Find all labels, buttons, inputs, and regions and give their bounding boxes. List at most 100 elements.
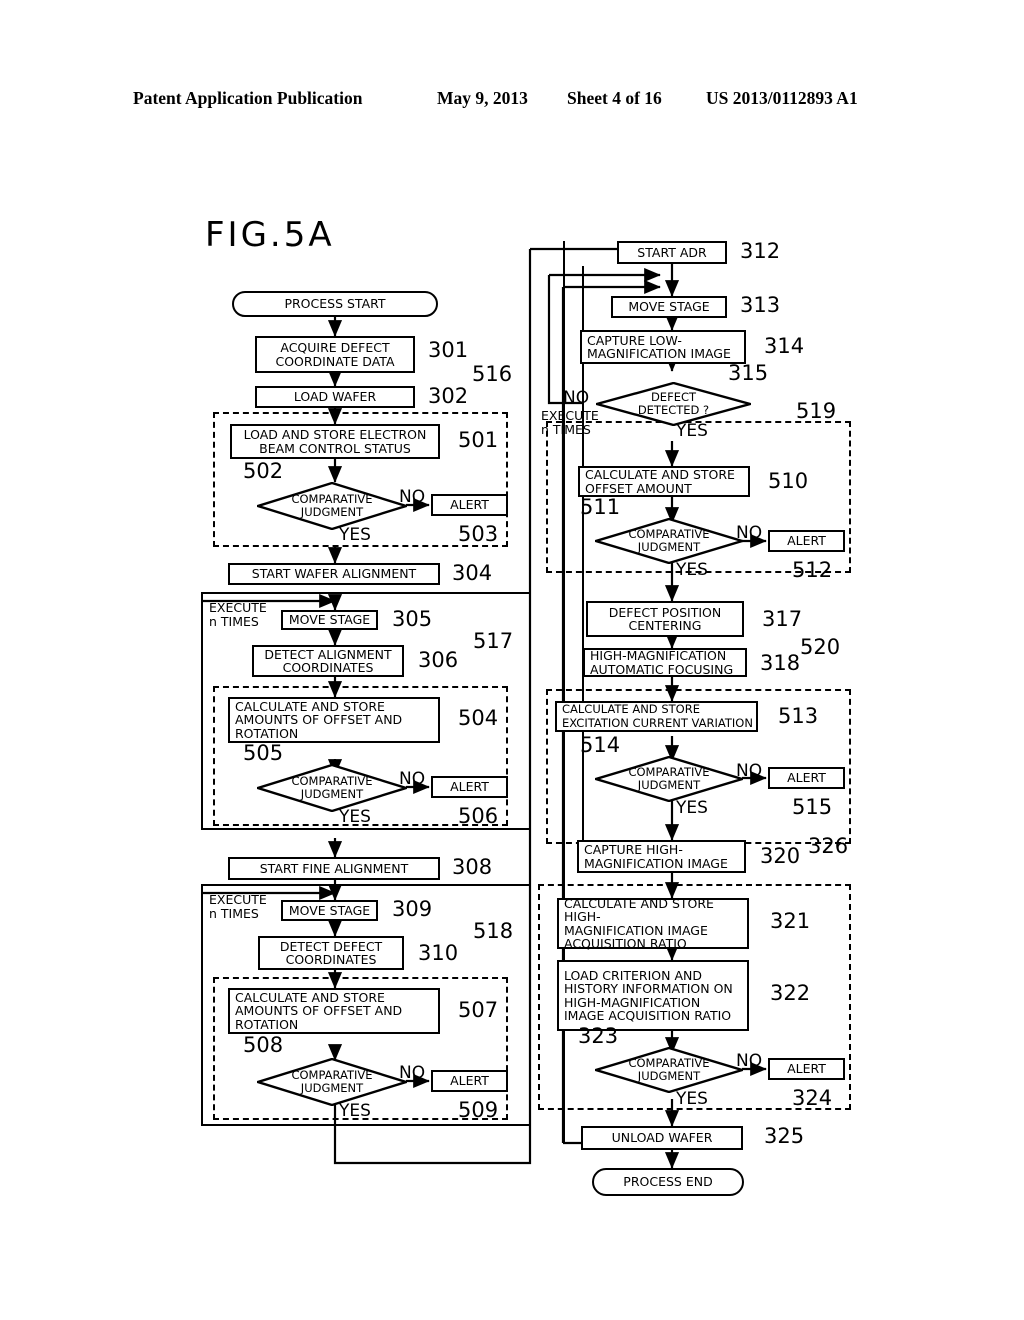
ref-301: 301 bbox=[428, 338, 469, 362]
node-305[interactable]: MOVE STAGE bbox=[281, 610, 378, 630]
ref-317: 317 bbox=[762, 607, 803, 631]
ref-305: 305 bbox=[392, 607, 433, 631]
ref-309: 309 bbox=[392, 897, 433, 921]
node-511[interactable]: COMPARATIVE JUDGMENT bbox=[595, 518, 743, 564]
label-yes-511: YES bbox=[676, 560, 708, 580]
node-514[interactable]: COMPARATIVE JUDGMENT bbox=[595, 756, 743, 802]
ref-310: 310 bbox=[418, 941, 459, 965]
label-no-505: NO bbox=[399, 769, 426, 789]
ref-322: 322 bbox=[770, 981, 811, 1005]
node-301[interactable]: ACQUIRE DEFECT COORDINATE DATA bbox=[255, 336, 415, 373]
ref-318: 318 bbox=[760, 651, 801, 675]
ref-519: 519 bbox=[796, 399, 837, 423]
label-no-323: NO bbox=[736, 1051, 763, 1071]
ref-513: 513 bbox=[778, 704, 819, 728]
node-501[interactable]: LOAD AND STORE ELECTRON BEAM CONTROL STA… bbox=[230, 424, 440, 459]
ref-325: 325 bbox=[764, 1124, 805, 1148]
node-507[interactable]: CALCULATE AND STORE AMOUNTS OF OFFSET AN… bbox=[228, 988, 440, 1034]
node-320[interactable]: CAPTURE HIGH- MAGNIFICATION IMAGE bbox=[577, 840, 746, 873]
label-yes-514: YES bbox=[676, 798, 708, 818]
node-309[interactable]: MOVE STAGE bbox=[281, 900, 378, 921]
node-318[interactable]: HIGH-MAGNIFICATION AUTOMATIC FOCUSING bbox=[583, 648, 747, 677]
ref-514: 514 bbox=[580, 733, 621, 757]
ref-312: 312 bbox=[740, 239, 781, 263]
label-yes-508: YES bbox=[339, 1101, 371, 1121]
ref-314: 314 bbox=[764, 334, 805, 358]
ref-512: 512 bbox=[792, 558, 833, 582]
node-process-end[interactable]: PROCESS END bbox=[592, 1168, 744, 1196]
ref-507: 507 bbox=[458, 998, 499, 1022]
node-509[interactable]: ALERT bbox=[431, 1070, 508, 1092]
ref-517: 517 bbox=[473, 629, 514, 653]
node-321[interactable]: CALCULATE AND STORE HIGH- MAGNIFICATION … bbox=[557, 896, 749, 950]
node-513[interactable]: CALCULATE AND STORE EXCITATION CURRENT V… bbox=[555, 701, 758, 732]
label-yes-315: YES bbox=[676, 421, 708, 441]
ref-506: 506 bbox=[458, 804, 499, 828]
node-503[interactable]: ALERT bbox=[431, 494, 508, 516]
ref-315: 315 bbox=[728, 361, 769, 385]
node-323[interactable]: COMPARATIVE JUDGMENT bbox=[595, 1047, 743, 1093]
label-no-315: NO bbox=[563, 388, 590, 408]
node-312[interactable]: START ADR bbox=[617, 241, 727, 264]
label-execute-n-times-305: EXECUTE n TIMES bbox=[209, 600, 267, 629]
ref-504: 504 bbox=[458, 706, 499, 730]
node-504[interactable]: CALCULATE AND STORE AMOUNTS OF OFFSET AN… bbox=[228, 697, 440, 743]
ref-326: 326 bbox=[808, 834, 849, 858]
label-execute-n-times-309: EXECUTE n TIMES bbox=[209, 892, 267, 921]
ref-510: 510 bbox=[768, 469, 809, 493]
ref-501: 501 bbox=[458, 428, 499, 452]
ref-515: 515 bbox=[792, 795, 833, 819]
ref-511: 511 bbox=[580, 495, 621, 519]
node-323-label: COMPARATIVE JUDGMENT bbox=[628, 1056, 710, 1083]
node-325[interactable]: UNLOAD WAFER bbox=[581, 1126, 743, 1150]
ref-505: 505 bbox=[243, 741, 284, 765]
node-314[interactable]: CAPTURE LOW- MAGNIFICATION IMAGE bbox=[580, 330, 746, 364]
label-yes-323: YES bbox=[676, 1089, 708, 1109]
label-yes-505: YES bbox=[339, 807, 371, 827]
node-502[interactable]: COMPARATIVE JUDGMENT bbox=[257, 482, 407, 530]
node-315-label: DEFECT DETECTED ? bbox=[637, 390, 710, 417]
ref-306: 306 bbox=[418, 648, 459, 672]
node-508-label: COMPARATIVE JUDGMENT bbox=[291, 1068, 373, 1095]
label-no-502: NO bbox=[399, 487, 426, 507]
ref-313: 313 bbox=[740, 293, 781, 317]
ref-308: 308 bbox=[452, 855, 493, 879]
node-511-label: COMPARATIVE JUDGMENT bbox=[628, 527, 710, 554]
label-no-508: NO bbox=[399, 1063, 426, 1083]
ref-509: 509 bbox=[458, 1098, 499, 1122]
ref-520: 520 bbox=[800, 635, 841, 659]
node-306[interactable]: DETECT ALIGNMENT COORDINATES bbox=[252, 645, 404, 677]
node-505[interactable]: COMPARATIVE JUDGMENT bbox=[257, 764, 407, 812]
ref-320: 320 bbox=[760, 844, 801, 868]
node-324[interactable]: ALERT bbox=[768, 1058, 845, 1080]
node-512[interactable]: ALERT bbox=[768, 530, 845, 552]
node-510[interactable]: CALCULATE AND STORE OFFSET AMOUNT bbox=[578, 466, 750, 497]
ref-324: 324 bbox=[792, 1086, 833, 1110]
label-no-514: NO bbox=[736, 761, 763, 781]
ref-518: 518 bbox=[473, 919, 514, 943]
node-508[interactable]: COMPARATIVE JUDGMENT bbox=[257, 1058, 407, 1106]
ref-321: 321 bbox=[770, 909, 811, 933]
label-execute-n-times-adr: EXECUTE n TIMES bbox=[541, 408, 599, 437]
ref-302: 302 bbox=[428, 384, 469, 408]
node-process-start[interactable]: PROCESS START bbox=[232, 291, 438, 317]
node-302[interactable]: LOAD WAFER bbox=[255, 386, 415, 408]
node-506[interactable]: ALERT bbox=[431, 776, 508, 798]
node-502-label: COMPARATIVE JUDGMENT bbox=[291, 492, 373, 519]
node-505-label: COMPARATIVE JUDGMENT bbox=[291, 774, 373, 801]
node-514-label: COMPARATIVE JUDGMENT bbox=[628, 765, 710, 792]
node-315[interactable]: DEFECT DETECTED ? bbox=[596, 382, 751, 426]
node-310[interactable]: DETECT DEFECT COORDINATES bbox=[258, 936, 404, 970]
node-322[interactable]: LOAD CRITERION AND HISTORY INFORMATION O… bbox=[557, 960, 749, 1031]
node-308[interactable]: START FINE ALIGNMENT bbox=[228, 857, 440, 880]
ref-323: 323 bbox=[578, 1024, 619, 1048]
node-317[interactable]: DEFECT POSITION CENTERING bbox=[586, 601, 744, 637]
ref-508: 508 bbox=[243, 1033, 284, 1057]
flowchart-figure: PROCESS START ACQUIRE DEFECT COORDINATE … bbox=[0, 0, 1024, 1320]
node-304[interactable]: START WAFER ALIGNMENT bbox=[228, 563, 440, 585]
ref-304: 304 bbox=[452, 561, 493, 585]
node-515[interactable]: ALERT bbox=[768, 767, 845, 789]
node-313[interactable]: MOVE STAGE bbox=[611, 296, 727, 318]
ref-503: 503 bbox=[458, 522, 499, 546]
ref-516: 516 bbox=[472, 362, 513, 386]
